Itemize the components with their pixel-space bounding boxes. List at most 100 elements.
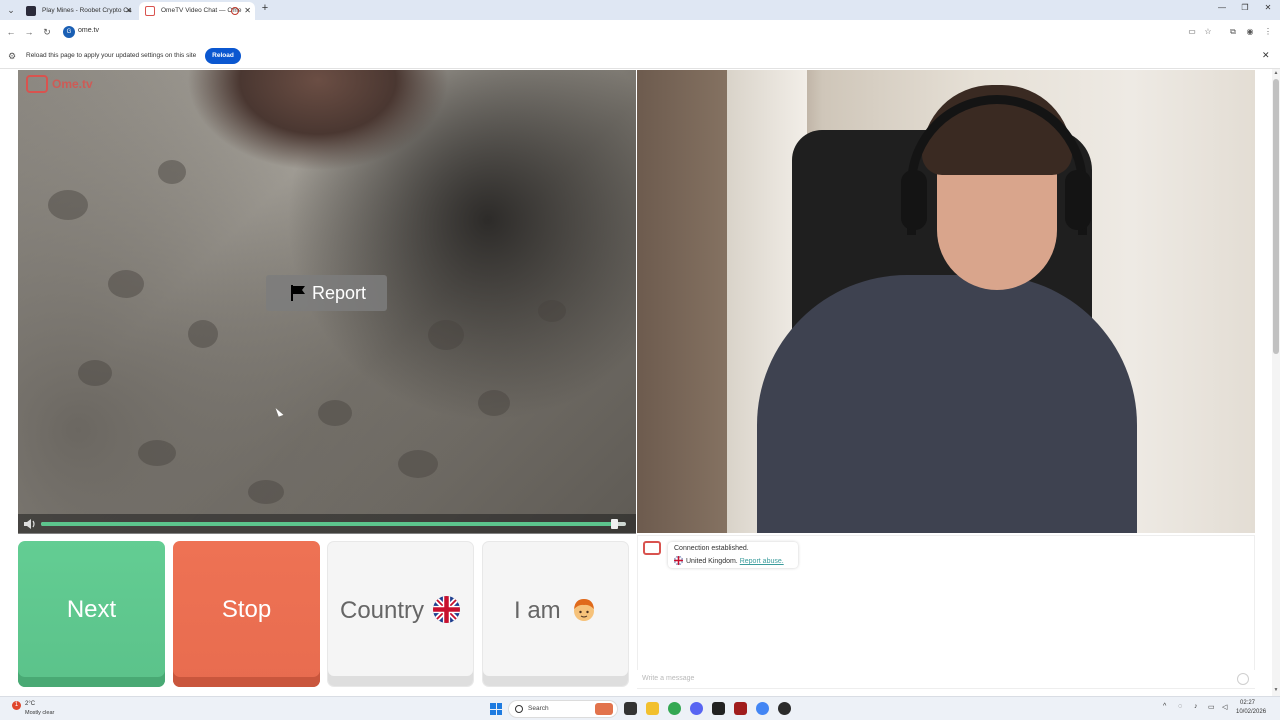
profile-icon[interactable]: ◉ <box>1243 25 1257 39</box>
windows-start-icon[interactable] <box>490 703 502 715</box>
roobet-favicon-icon <box>26 6 36 16</box>
close-tab-icon[interactable]: ✕ <box>125 2 132 20</box>
microphone-icon[interactable]: ♪ <box>1194 703 1198 710</box>
tab-title: OmeTV Video Chat — Ome <box>161 7 242 14</box>
ometv-favicon-icon <box>145 6 155 16</box>
next-label: Next <box>66 596 117 623</box>
windows-taskbar: 1 2°C Mostly clear Search ^ ◌ ♪ ▭ ◁ 02:2… <box>0 696 1280 720</box>
site-info-icon[interactable]: G <box>63 26 75 38</box>
chrome-active-icon[interactable] <box>756 702 769 715</box>
restore-icon[interactable]: ❐ <box>1235 3 1255 12</box>
emoji-icon[interactable] <box>1237 673 1249 685</box>
recording-icon <box>231 7 239 15</box>
search-highlight-icon <box>595 703 613 715</box>
volume-slider[interactable] <box>41 519 626 529</box>
chrome-icon[interactable] <box>668 702 681 715</box>
boy-face-icon <box>574 599 594 621</box>
bookmark-star-icon[interactable]: ☆ <box>1201 25 1215 39</box>
infobar-message: Reload this page to apply your updated s… <box>26 52 197 59</box>
headset-right-cup <box>1065 170 1091 230</box>
volume-control <box>18 514 636 534</box>
address-bar[interactable]: G ome.tv <box>60 23 1180 41</box>
forward-icon[interactable]: → <box>22 25 36 39</box>
weather-description: Mostly clear <box>25 710 55 716</box>
back-icon[interactable]: ← <box>4 25 18 39</box>
speaker-icon[interactable] <box>23 518 37 530</box>
close-tab-icon[interactable]: ✕ <box>244 2 251 20</box>
stop-label: Stop <box>221 596 272 623</box>
next-button[interactable]: Next <box>18 541 165 687</box>
message-placeholder: Write a message <box>642 675 695 682</box>
scroll-thumb[interactable] <box>1273 79 1279 354</box>
tab-ometv[interactable]: OmeTV Video Chat — Ome ✕ <box>139 2 255 20</box>
url-text[interactable]: ome.tv <box>78 27 99 34</box>
tray-app-icon[interactable]: ◌ <box>1178 703 1182 710</box>
close-infobar-icon[interactable]: ✕ <box>1262 50 1270 61</box>
media-app-icon[interactable] <box>734 702 747 715</box>
tab-title: Play Mines - Roobet Crypto Ca <box>42 7 132 14</box>
obs-icon[interactable] <box>778 702 791 715</box>
country-button[interactable]: Country <box>327 541 474 687</box>
report-button[interactable]: Report <box>266 275 387 311</box>
stranger-video: Ome.tv Report <box>18 70 636 533</box>
ometv-page: Ome.tv Report Next Stop Country I am Con… <box>0 69 1280 696</box>
partner-country: United Kingdom. Report abuse. <box>674 556 784 565</box>
discord-icon[interactable] <box>690 702 703 715</box>
scroll-down-icon[interactable]: ▼ <box>1272 687 1280 693</box>
i-am-button[interactable]: I am <box>482 541 629 687</box>
connection-status: Connection established. <box>674 545 749 552</box>
install-app-icon[interactable]: ▭ <box>1185 25 1199 39</box>
page-scrollbar[interactable]: ▲ ▼ <box>1272 69 1280 696</box>
network-icon[interactable]: ▭ <box>1208 703 1215 711</box>
minimize-icon[interactable]: — <box>1212 3 1232 12</box>
ometv-logo: Ome.tv <box>26 75 96 95</box>
search-label: Search <box>528 705 549 712</box>
chat-panel: Connection established. United Kingdom. … <box>637 535 1255 689</box>
notion-icon[interactable] <box>712 702 725 715</box>
volume-icon[interactable]: ◁ <box>1222 703 1227 711</box>
weather-alert-badge: 1 <box>12 701 21 710</box>
task-view-icon[interactable] <box>624 702 637 715</box>
reload-button[interactable]: Reload <box>205 48 241 64</box>
system-message: Connection established. United Kingdom. … <box>668 542 798 568</box>
clock-date[interactable]: 10/02/2026 <box>1236 709 1266 715</box>
weather-temperature: 2°C <box>25 701 36 707</box>
volume-fill <box>41 522 615 526</box>
country-label: Country <box>340 597 425 624</box>
extensions-icon[interactable]: ⧉ <box>1226 25 1240 39</box>
search-icon <box>515 705 523 713</box>
i-am-label: I am <box>514 597 561 624</box>
country-name: United Kingdom. <box>686 558 738 565</box>
volume-handle[interactable] <box>611 519 619 529</box>
tv-icon <box>26 75 48 93</box>
browser-toolbar: ← → ↻ G ome.tv ▭ ☆ ⧉ ◉ ⋮ <box>0 20 1280 44</box>
menu-icon[interactable]: ⋮ <box>1261 25 1275 39</box>
gear-icon: ⚙ <box>8 51 17 61</box>
headset-left-cup <box>901 170 927 230</box>
clock-time[interactable]: 02:27 <box>1240 700 1255 706</box>
tab-search-icon[interactable]: ⌄ <box>4 3 18 17</box>
tab-roobet[interactable]: Play Mines - Roobet Crypto Ca ✕ <box>20 2 136 20</box>
tray-chevron-icon[interactable]: ^ <box>1163 703 1166 710</box>
message-input[interactable]: Write a message <box>637 670 1255 688</box>
ometv-chat-logo-icon <box>643 541 661 555</box>
mouse-cursor-icon <box>275 406 284 417</box>
uk-flag-icon <box>674 556 683 565</box>
weather-widget[interactable]: 1 2°C Mostly clear <box>12 700 72 718</box>
file-explorer-icon[interactable] <box>646 702 659 715</box>
stop-button[interactable]: Stop <box>173 541 320 687</box>
person-torso <box>757 275 1137 533</box>
taskbar-search[interactable]: Search <box>508 700 618 718</box>
report-abuse-link[interactable]: Report abuse. <box>740 558 784 565</box>
reload-infobar: ⚙ Reload this page to apply your updated… <box>0 44 1280 69</box>
self-video <box>637 70 1255 533</box>
window-close-icon[interactable]: ✕ <box>1258 3 1278 12</box>
scroll-up-icon[interactable]: ▲ <box>1272 70 1280 76</box>
browser-tab-bar: ⌄ Play Mines - Roobet Crypto Ca ✕ OmeTV … <box>0 0 1280 20</box>
uk-flag-icon <box>433 596 460 623</box>
report-label: Report <box>312 283 367 303</box>
refresh-icon[interactable]: ↻ <box>40 25 54 39</box>
logo-text: Ome.tv <box>52 77 93 91</box>
flag-icon <box>291 285 305 301</box>
new-tab-button[interactable]: + <box>258 2 272 14</box>
